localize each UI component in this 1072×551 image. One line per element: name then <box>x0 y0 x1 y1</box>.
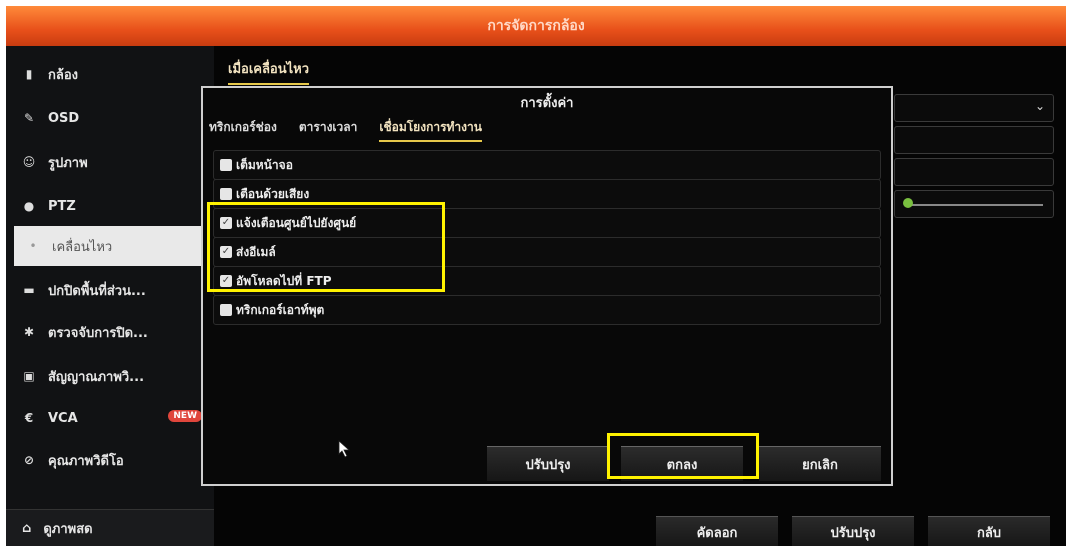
new-badge: NEW <box>168 410 202 422</box>
highlight-box-ok <box>607 433 759 479</box>
option-label: ทริกเกอร์เอาท์พุต <box>236 302 325 317</box>
chevron-down-icon: ⌄ <box>1034 99 1045 113</box>
dialog-title: การตั้งค่า <box>520 96 574 111</box>
tab-linkage[interactable]: เชื่อมโยงการทำงาน <box>379 118 482 142</box>
sidebar-item-label: กล้อง <box>48 67 78 83</box>
sidebar-item-label: VCA <box>48 410 78 426</box>
sidebar: ▮ กล้อง ✎ OSD ☺ รูปภาพ ● PTZ • เคลื่อนไห… <box>6 46 214 546</box>
apply-button[interactable]: ปรับปรุง <box>792 516 914 546</box>
option-label: เต็มหน้าจอ <box>236 157 293 172</box>
sidebar-item-osd[interactable]: ✎ OSD <box>6 98 214 138</box>
option-trigger-output[interactable]: ทริกเกอร์เอาท์พุต <box>213 295 881 325</box>
sidebar-item-video-quality[interactable]: ⊘ คุณภาพวิดีโอ <box>6 440 214 480</box>
highlight-box-options <box>207 202 445 292</box>
tab-on-motion[interactable]: เมื่อเคลื่อนไหว <box>228 58 310 85</box>
option-fullscreen[interactable]: เต็มหน้าจอ <box>213 150 881 180</box>
tab-channel-trigger[interactable]: ทริกเกอร์ช่อง <box>209 118 277 142</box>
slider-knob[interactable] <box>903 198 913 208</box>
sidebar-item-vca[interactable]: € VCA NEW <box>6 398 214 438</box>
sidebar-item-video-loss[interactable]: ▣ สัญญาณภาพวิ... <box>6 356 214 396</box>
settings-field[interactable] <box>894 126 1054 154</box>
dialog-tabs: ทริกเกอร์ช่อง ตารางเวลา เชื่อมโยงการทำงา… <box>209 118 482 142</box>
copy-button[interactable]: คัดลอก <box>656 516 778 546</box>
video-quality-icon: ⊘ <box>23 453 35 467</box>
dialog-apply-button[interactable]: ปรับปรุง <box>487 446 609 481</box>
screen: การจัดการกล้อง ▮ กล้อง ✎ OSD ☺ รูปภาพ ● … <box>6 6 1066 546</box>
checkbox[interactable] <box>220 304 232 316</box>
sidebar-item-image[interactable]: ☺ รูปภาพ <box>6 142 214 182</box>
sidebar-item-tamper[interactable]: ✱ ตรวจจับการปิด... <box>6 312 214 352</box>
live-view-button[interactable]: ⌂ ดูภาพสด <box>6 509 214 546</box>
tab-schedule[interactable]: ตารางเวลา <box>299 118 358 142</box>
sidebar-item-motion[interactable]: • เคลื่อนไหว <box>14 226 214 266</box>
image-icon: ☺ <box>22 155 36 169</box>
vca-icon: € <box>24 411 34 425</box>
back-button[interactable]: กลับ <box>928 516 1050 546</box>
ptz-icon: ● <box>23 199 35 213</box>
video-loss-icon: ▣ <box>23 369 35 383</box>
privacy-mask-icon: ▬ <box>23 283 35 297</box>
osd-icon: ✎ <box>23 111 35 125</box>
camera-icon: ▮ <box>25 67 33 81</box>
window-title: การจัดการกล้อง <box>6 6 1066 46</box>
sidebar-item-label: รูปภาพ <box>48 155 88 171</box>
sidebar-item-label: คุณภาพวิดีโอ <box>48 453 124 469</box>
sidebar-item-label: สัญญาณภาพวิ... <box>48 369 145 385</box>
checkbox[interactable] <box>220 159 232 171</box>
sidebar-item-privacy-mask[interactable]: ▬ ปกปิดพื้นที่ส่วน... <box>6 270 214 310</box>
sidebar-item-camera[interactable]: ▮ กล้อง <box>6 54 214 94</box>
tamper-icon: ✱ <box>23 325 35 339</box>
sidebar-item-label: ตรวจจับการปิด... <box>48 325 148 341</box>
live-view-label: ดูภาพสด <box>43 521 93 537</box>
sidebar-item-label: เคลื่อนไหว <box>52 239 113 255</box>
motion-icon: • <box>29 239 37 253</box>
slider-track <box>905 204 1043 206</box>
sidebar-item-ptz[interactable]: ● PTZ <box>6 186 214 226</box>
mouse-cursor-icon <box>338 440 351 458</box>
checkbox[interactable] <box>220 188 232 200</box>
dialog-cancel-button[interactable]: ยกเลิก <box>759 446 881 481</box>
settings-field[interactable] <box>894 158 1054 186</box>
sidebar-item-label: PTZ <box>48 198 76 214</box>
sidebar-item-label: ปกปิดพื้นที่ส่วน... <box>48 283 146 299</box>
option-label: เตือนด้วยเสียง <box>236 186 310 201</box>
sensitivity-slider[interactable] <box>894 190 1054 218</box>
settings-dropdown[interactable]: ⌄ <box>894 94 1054 122</box>
home-icon: ⌂ <box>22 520 32 536</box>
sidebar-item-label: OSD <box>48 110 80 126</box>
